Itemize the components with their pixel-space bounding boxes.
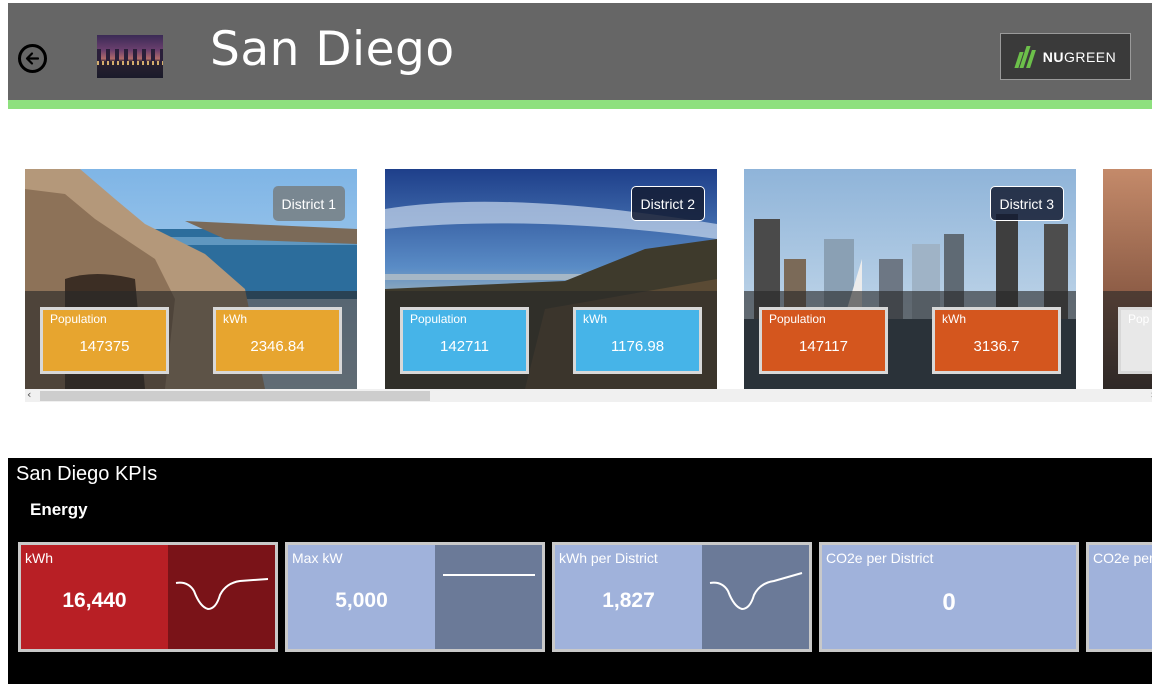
district-badge: District 2 (630, 186, 705, 221)
back-arrow-icon (25, 52, 40, 65)
district-card-2[interactable]: District 2 Population 142711 kWh 1176.98 (385, 169, 717, 389)
district-card-1[interactable]: District 1 Population 147375 kWh 2346.84 (25, 169, 357, 389)
population-box: Population 147117 (759, 307, 888, 374)
kpi-tile-max-kw[interactable]: Max kW 5,000 (285, 542, 545, 652)
kpi-tile-kwh-per-district[interactable]: kWh per District 1,827 (552, 542, 812, 652)
kpi-title: San Diego KPIs (16, 463, 158, 485)
district-badge: District 3 (989, 186, 1064, 221)
kwh-sparkline (168, 545, 275, 649)
page-title: San Diego (210, 22, 455, 77)
population-box: Population 142711 (400, 307, 529, 374)
nugreen-mark-icon (1014, 45, 1037, 68)
district-card-3[interactable]: District 3 Population 147117 kWh 3136.7 (744, 169, 1076, 389)
header-bar (8, 3, 1152, 100)
population-box: Population 147375 (40, 307, 169, 374)
kpi-section: San Diego KPIs Energy kWh 16,440 Max kW … (8, 458, 1152, 684)
districts-scrollbar[interactable]: ‹ › (25, 388, 1152, 402)
kpi-tile-kwh[interactable]: kWh 16,440 (18, 542, 278, 652)
kpi-tile-co2e-per-district[interactable]: CO2e per District 0 (819, 542, 1079, 652)
district-badge: District 1 (272, 186, 345, 221)
districts-strip: District 1 Population 147375 kWh 2346.84 (25, 169, 1152, 389)
kpi-category-energy: Energy (30, 500, 88, 519)
district-card-4[interactable]: Pop (1103, 169, 1152, 389)
kwh-box: kWh 3136.7 (932, 307, 1061, 374)
kpi-tile-co2e-partial[interactable]: CO2e per (1086, 542, 1152, 652)
kwh-per-district-sparkline (702, 545, 809, 649)
header-accent-strip (8, 100, 1152, 109)
scroll-left-icon[interactable]: ‹ (27, 388, 31, 401)
population-box: Pop (1118, 307, 1152, 374)
scroll-thumb[interactable] (40, 391, 430, 401)
kwh-box: kWh 1176.98 (573, 307, 702, 374)
nugreen-logo: NUGREEN (1000, 33, 1131, 80)
max-kw-sparkline (435, 545, 542, 649)
kwh-box: kWh 2346.84 (213, 307, 342, 374)
back-button[interactable] (18, 44, 47, 73)
city-thumbnail (97, 35, 163, 78)
